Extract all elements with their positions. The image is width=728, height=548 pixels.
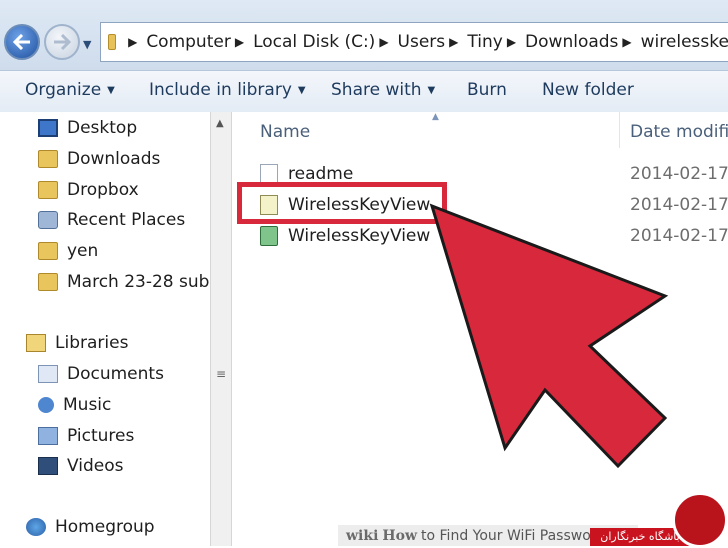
organize-menu[interactable]: Organize ▼ <box>25 80 115 100</box>
chevron-right-icon[interactable]: ▶ <box>379 35 388 49</box>
file-date: 2014-02-17 1 <box>630 164 728 184</box>
highlight-box <box>237 182 447 224</box>
application-icon <box>260 226 278 246</box>
watermark-logo: باشگاه خبرنگاران <box>590 492 728 548</box>
scrollbar-grip-icon[interactable]: ≡ <box>216 367 226 381</box>
nav-item-label: Desktop <box>67 118 138 138</box>
include-in-library-label: Include in library <box>149 80 292 100</box>
wiki-title: to Find Your WiFi Passwo <box>421 527 591 544</box>
nav-item-label: Downloads <box>67 149 161 169</box>
chevron-right-icon[interactable]: ▶ <box>128 35 137 49</box>
libraries-icon <box>26 334 46 352</box>
homegroup-icon <box>26 518 46 536</box>
documents-icon <box>38 365 58 383</box>
chevron-right-icon[interactable]: ▶ <box>507 35 516 49</box>
breadcrumb-computer[interactable]: Computer <box>146 32 231 52</box>
nav-item-label: Pictures <box>67 426 135 446</box>
desktop-icon <box>38 119 58 137</box>
recent-pages-chevron-icon[interactable]: ▼ <box>83 38 91 51</box>
burn-button[interactable]: Burn <box>467 80 507 100</box>
breadcrumb-local-disk[interactable]: Local Disk (C:) <box>253 32 375 52</box>
forward-arrow-icon <box>54 34 71 50</box>
include-in-library-menu[interactable]: Include in library ▼ <box>149 80 306 100</box>
navigation-pane: Desktop Downloads Dropbox Recent Places … <box>0 112 226 546</box>
address-bar[interactable]: ▶ Computer ▶ Local Disk (C:) ▶ Users ▶ T… <box>100 22 728 62</box>
nav-item-desktop[interactable]: Desktop <box>38 118 137 138</box>
sort-ascending-icon: ▲ <box>432 112 439 122</box>
file-row-wirelesskeyview-app[interactable]: WirelessKeyView 2014-02-17 1 <box>260 222 728 250</box>
nav-item-label: Documents <box>67 364 164 384</box>
nav-item-label: Recent Places <box>67 210 186 230</box>
folder-icon <box>38 181 58 199</box>
file-name: WirelessKeyView <box>288 226 431 246</box>
nav-item-documents[interactable]: Documents <box>38 364 164 384</box>
nav-item-label: Homegroup <box>55 517 155 537</box>
folder-icon <box>38 242 58 260</box>
nav-item-label: Dropbox <box>67 180 139 200</box>
caret-down-icon: ▼ <box>427 84 436 96</box>
folder-icon <box>108 34 117 50</box>
wiki-brand: wiki <box>346 527 379 544</box>
text-file-icon <box>260 164 278 184</box>
scroll-up-icon[interactable]: ▲ <box>216 118 224 129</box>
videos-icon <box>38 457 58 475</box>
chevron-right-icon[interactable]: ▶ <box>235 35 244 49</box>
column-divider[interactable] <box>619 112 620 148</box>
share-with-menu[interactable]: Share with ▼ <box>331 80 435 100</box>
nav-item-label: Libraries <box>55 333 129 353</box>
chevron-right-icon[interactable]: ▶ <box>449 35 458 49</box>
folder-icon <box>38 150 58 168</box>
back-arrow-icon <box>13 34 30 50</box>
file-name: readme <box>288 164 354 184</box>
nav-item-march-23-28[interactable]: March 23-28 subm <box>38 272 226 292</box>
file-date: 2014-02-17 1 <box>630 195 728 215</box>
share-with-label: Share with <box>331 80 422 100</box>
caret-down-icon: ▼ <box>297 84 306 96</box>
nav-item-label: March 23-28 subm <box>67 272 227 292</box>
new-folder-button[interactable]: New folder <box>542 80 634 100</box>
nav-item-music[interactable]: Music <box>38 395 111 415</box>
nav-item-videos[interactable]: Videos <box>38 456 124 476</box>
watermark-emblem-icon <box>672 492 728 548</box>
file-list: ▲ Name Date modifie readme 2014-02-17 1 … <box>232 112 728 546</box>
nav-item-pictures[interactable]: Pictures <box>38 426 134 446</box>
organize-label: Organize <box>25 80 102 100</box>
nav-item-label: Videos <box>67 456 124 476</box>
file-date: 2014-02-17 1 <box>630 226 728 246</box>
forward-button[interactable] <box>44 24 80 60</box>
address-bar-area: ▼ ▶ Computer ▶ Local Disk (C:) ▶ Users ▶… <box>0 0 728 71</box>
caret-down-icon: ▼ <box>107 84 115 96</box>
breadcrumb-users[interactable]: Users <box>398 32 446 52</box>
nav-item-libraries[interactable]: Libraries <box>26 333 128 353</box>
recent-places-icon <box>38 211 58 229</box>
breadcrumb-tiny[interactable]: Tiny <box>467 32 502 52</box>
nav-item-downloads[interactable]: Downloads <box>38 149 160 169</box>
navigation-pane-scrollbar[interactable]: ▲ ≡ <box>210 112 232 546</box>
nav-item-label: yen <box>67 241 99 261</box>
nav-item-yen[interactable]: yen <box>38 241 98 261</box>
wiki-how: How <box>382 527 418 544</box>
breadcrumb-wirelesskey[interactable]: wirelesskey <box>641 32 728 52</box>
column-header-name[interactable]: Name <box>260 122 310 142</box>
nav-item-dropbox[interactable]: Dropbox <box>38 180 139 200</box>
folder-icon <box>38 273 58 291</box>
nav-item-homegroup[interactable]: Homegroup <box>26 517 155 537</box>
nav-item-recent-places[interactable]: Recent Places <box>38 210 185 230</box>
column-header-date-modified[interactable]: Date modifie <box>630 122 728 142</box>
nav-item-label: Music <box>63 395 112 415</box>
breadcrumb-downloads[interactable]: Downloads <box>525 32 618 52</box>
pictures-icon <box>38 427 58 445</box>
music-icon <box>38 397 54 413</box>
command-bar: Organize ▼ Include in library ▼ Share with… <box>0 71 728 113</box>
back-button[interactable] <box>4 24 40 60</box>
chevron-right-icon[interactable]: ▶ <box>622 35 631 49</box>
